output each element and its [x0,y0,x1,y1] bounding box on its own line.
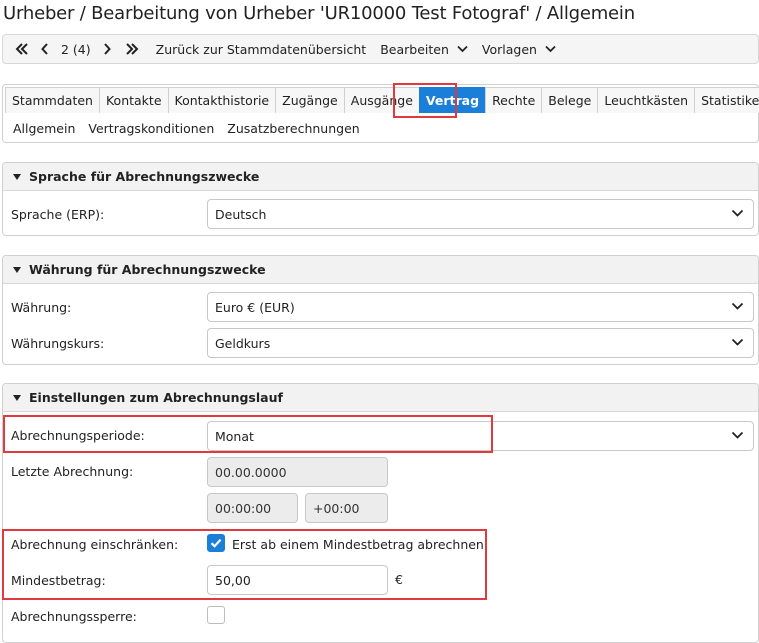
double-chevron-left-icon [15,43,28,55]
chevron-down-icon [731,431,744,439]
checkmark-icon [210,538,222,548]
language-label: Sprache (ERP): [11,207,105,222]
minimum-amount-checkbox[interactable] [207,534,225,552]
tab-vertrag[interactable]: Vertrag [418,87,487,113]
exchange-rate-select[interactable]: Geldkurs [207,328,754,358]
chevron-left-icon [41,43,48,55]
caret-down-icon [13,394,21,401]
billing-period-select-value: Monat [215,428,254,444]
tab-kontakthistorie[interactable]: Kontakthistorie [167,87,277,113]
section-billing-run: Einstellungen zum Abrechnungslauf Abrech… [2,383,759,643]
next-record-button[interactable] [103,43,111,55]
chevron-down-icon [731,302,744,310]
tab-rechte[interactable]: Rechte [485,87,543,113]
minimum-amount-checkbox-label[interactable]: Erst ab einem Mindestbetrag abrechnen [232,537,484,552]
billing-lock-checkbox[interactable] [207,606,225,624]
exchange-rate-select-value: Geldkurs [215,335,271,351]
toolbar: 2 (4) Zurück zur Stammdatenübersicht Bea… [2,34,759,64]
billing-period-select[interactable]: Monat [207,421,754,451]
currency-label: Währung: [11,300,72,315]
templates-menu-label: Vorlagen [481,41,537,57]
section-billing-run-title: Einstellungen zum Abrechnungslauf [29,390,283,405]
subtab-vertragskonditionen[interactable]: Vertragskonditionen [88,121,214,136]
double-chevron-right-icon [125,43,139,55]
last-billing-time-field: 00:00:00 [207,493,298,523]
edit-menu-label: Bearbeiten [380,41,449,57]
chevron-right-icon [103,43,111,55]
exchange-rate-label: Währungskurs: [11,336,105,351]
limit-billing-label: Abrechnung einschränken: [11,537,179,552]
templates-menu-button[interactable]: Vorlagen [482,42,556,57]
previous-record-button[interactable] [41,43,49,55]
section-currency-header[interactable]: Währung für Abrechnungszwecke [3,256,758,284]
subtab-bar: Allgemein Vertragskonditionen Zusatzbere… [13,121,360,136]
subtab-zusatzberechnungen[interactable]: Zusatzberechnungen [227,121,359,136]
currency-select[interactable]: Euro € (EUR) [207,292,754,322]
caret-down-icon [13,173,21,180]
last-billing-date-field: 00.00.0000 [207,457,388,487]
minimum-amount-input[interactable]: 50,00 [207,565,388,595]
tab-kontakte[interactable]: Kontakte [98,87,169,113]
tabs-panel: Stammdaten Kontakte Kontakthistorie Zugä… [2,84,759,143]
section-currency-title: Währung für Abrechnungszwecke [29,262,266,277]
tab-ausgaenge[interactable]: Ausgänge [343,87,420,113]
minimum-amount-unit: € [395,572,403,587]
chevron-down-icon [457,45,468,53]
tab-belege[interactable]: Belege [541,87,599,113]
last-billing-timezone-field: +00:00 [305,493,388,523]
tab-bar: Stammdaten Kontakte Kontakthistorie Zugä… [5,87,759,113]
pager-indicator: 2 (4) [61,41,91,57]
page-title: Urheber / Bearbeitung von Urheber 'UR100… [3,3,635,24]
tab-stammdaten[interactable]: Stammdaten [5,87,100,113]
section-language: Sprache für Abrechnungszwecke Sprache (E… [2,162,759,236]
section-language-header[interactable]: Sprache für Abrechnungszwecke [3,163,758,191]
chevron-down-icon [545,45,556,53]
back-to-overview-button[interactable]: Zurück zur Stammdatenübersicht [156,42,367,57]
first-record-button[interactable] [15,43,29,55]
minimum-amount-label: Mindestbetrag: [11,573,106,588]
billing-period-label: Abrechnungsperiode: [11,428,145,443]
subtab-allgemein[interactable]: Allgemein [13,121,75,136]
tab-statistiken[interactable]: Statistiken [694,87,759,113]
caret-down-icon [13,266,21,273]
language-select-value: Deutsch [215,206,267,222]
billing-lock-label: Abrechnungssperre: [11,609,137,624]
currency-select-value: Euro € (EUR) [215,299,295,315]
section-currency: Währung für Abrechnungszwecke Währung: E… [2,255,759,365]
section-billing-run-header[interactable]: Einstellungen zum Abrechnungslauf [3,384,758,412]
tab-leuchtkaesten[interactable]: Leuchtkästen [597,87,696,113]
tab-zugaenge[interactable]: Zugänge [275,87,345,113]
language-select[interactable]: Deutsch [207,199,754,229]
last-billing-label: Letzte Abrechnung: [11,464,134,479]
chevron-down-icon [731,338,744,346]
chevron-down-icon [731,209,744,217]
edit-menu-button[interactable]: Bearbeiten [380,42,468,57]
section-language-title: Sprache für Abrechnungszwecke [29,169,260,184]
last-record-button[interactable] [125,43,139,55]
